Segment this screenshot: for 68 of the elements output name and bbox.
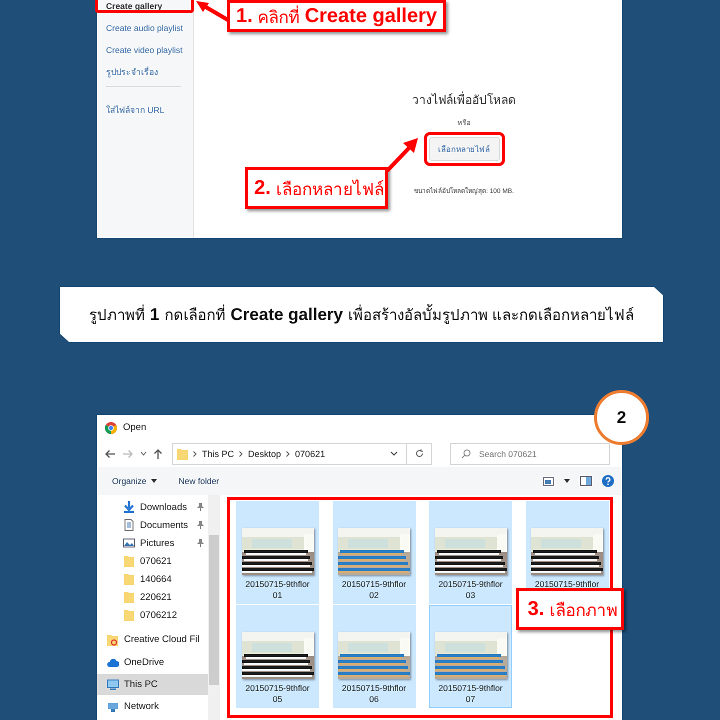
folder-icon xyxy=(123,591,135,603)
browser-logo-icon xyxy=(105,422,117,434)
callout-tooltip: 2. เลือกหลายไฟล์ xyxy=(245,167,388,209)
help-icon[interactable] xyxy=(602,475,614,487)
nav-item[interactable]: 0706212 xyxy=(97,606,208,624)
folder-icon xyxy=(177,448,188,460)
step-number: 2 xyxy=(594,390,649,445)
new-folder-button[interactable]: New folder xyxy=(178,476,220,486)
organize-menu[interactable]: Organize xyxy=(112,476,156,486)
download-icon xyxy=(123,501,135,513)
breadcrumb-item[interactable]: 070621 xyxy=(295,448,326,458)
network-icon xyxy=(107,700,119,712)
nav-item[interactable]: Network xyxy=(97,697,208,715)
choose-files-button[interactable]: เลือกหลายไฟล์ xyxy=(428,137,500,161)
view-icon[interactable] xyxy=(543,476,554,486)
file-item[interactable]: 20150715-9thflor 06 xyxy=(332,605,416,708)
file-item[interactable]: 20150715-9thflor 05 xyxy=(236,605,319,708)
document-icon xyxy=(123,519,135,531)
folder-icon xyxy=(123,609,135,621)
pictures-icon xyxy=(123,537,135,549)
chevron-down-icon[interactable] xyxy=(390,451,398,456)
callout-arrow xyxy=(195,0,229,22)
search-icon xyxy=(461,448,471,458)
search-field[interactable]: Search 070621 xyxy=(450,442,610,464)
up-arrow-icon[interactable] xyxy=(153,448,163,460)
chevron-right-icon xyxy=(239,450,244,456)
scrollbar[interactable] xyxy=(208,495,220,720)
drop-zone-text: วางไฟล์เพื่ออัปโหลด xyxy=(412,90,516,109)
caret-icon xyxy=(150,479,156,483)
nav-item[interactable]: Pictures xyxy=(97,534,208,552)
nav-item[interactable]: This PC xyxy=(97,674,208,695)
nav-item[interactable]: Documents xyxy=(97,516,208,534)
chevron-right-icon xyxy=(286,450,290,456)
breadcrumb-item[interactable]: Desktop xyxy=(248,448,282,458)
sidebar-link[interactable]: ใส่ไฟล์จาก URL xyxy=(106,105,164,127)
callout-tooltip: 3. เลือกภาพ xyxy=(516,588,624,630)
chevron-right-icon xyxy=(193,450,197,456)
caption-text: รูปภาพที่ 1 กดเลือกที่ Create gallery เพื่อสร้างอัลบั้มรูปภาพ และกดเลือกหลายไฟล์ xyxy=(60,287,663,342)
caret-icon[interactable] xyxy=(564,479,570,483)
back-arrow-icon[interactable] xyxy=(104,448,116,458)
file-item[interactable]: 20150715-9thflor 01 xyxy=(236,501,319,604)
nav-item[interactable]: Downloads xyxy=(97,498,208,516)
nav-item[interactable]: 140664 xyxy=(97,570,208,588)
computer-icon xyxy=(107,678,119,690)
nav-item[interactable]: OneDrive xyxy=(97,651,208,674)
nav-item[interactable]: 070621 xyxy=(97,552,208,570)
chevron-down-icon[interactable] xyxy=(140,451,147,456)
breadcrumb-item[interactable]: This PC xyxy=(202,448,234,458)
preview-pane-icon[interactable] xyxy=(580,476,592,486)
file-item[interactable]: 20150715-9thflor 07 xyxy=(429,605,512,708)
refresh-button[interactable] xyxy=(407,442,432,464)
sidebar-link[interactable]: Create audio playlist xyxy=(106,23,184,45)
address-bar[interactable]: This PC Desktop 070621 xyxy=(172,442,407,464)
window-title: Open xyxy=(123,422,146,433)
file-item[interactable]: 20150715-9thflor 03 xyxy=(429,501,512,604)
cloud-folder-icon xyxy=(107,634,119,646)
refresh-icon xyxy=(414,449,424,458)
sidebar-link[interactable]: รูปประจำเรื่อง xyxy=(106,67,158,89)
folder-icon xyxy=(123,573,135,585)
sidebar-link[interactable]: Create gallery xyxy=(106,1,162,23)
file-item[interactable]: 20150715-9thflor 02 xyxy=(332,501,416,604)
cloud-icon xyxy=(107,656,119,668)
nav-item[interactable]: Creative Cloud Fil xyxy=(97,628,208,651)
folder-icon xyxy=(123,555,135,567)
callout-tooltip: 1. คลิกที่ Create gallery xyxy=(227,0,446,32)
sidebar-link[interactable]: Create video playlist xyxy=(106,45,183,67)
callout-arrow xyxy=(385,137,419,173)
nav-item[interactable]: 220621 xyxy=(97,588,208,606)
